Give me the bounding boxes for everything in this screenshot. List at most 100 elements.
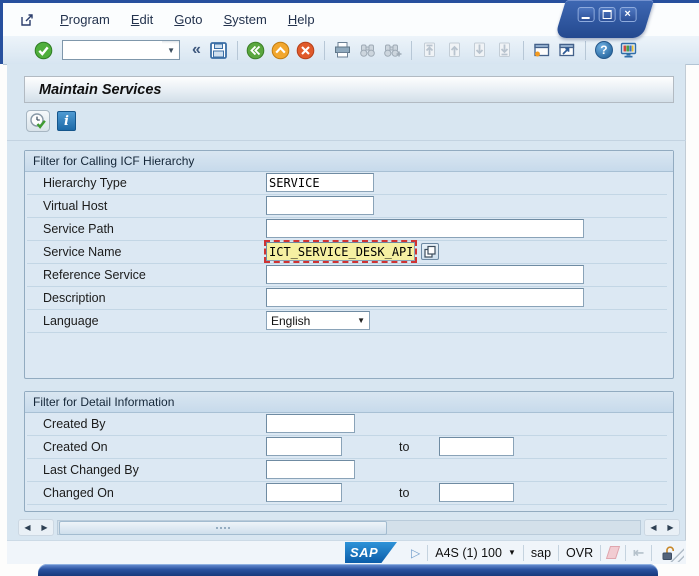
language-label: Language bbox=[43, 314, 99, 328]
command-input[interactable] bbox=[63, 41, 162, 59]
scrollbar-thumb[interactable] bbox=[59, 521, 387, 535]
menu-program[interactable]: Program bbox=[60, 12, 110, 27]
hierarchy-type-field[interactable] bbox=[266, 173, 374, 192]
standard-toolbar: ▼ « bbox=[3, 36, 699, 65]
created-on-field[interactable] bbox=[266, 437, 342, 456]
status-separator bbox=[600, 545, 601, 561]
language-selected-value: English bbox=[267, 314, 310, 328]
status-separator bbox=[625, 545, 626, 561]
screen-title-bar: Maintain Services bbox=[24, 76, 674, 103]
created-by-field[interactable] bbox=[266, 414, 355, 433]
virtual-host-label: Virtual Host bbox=[43, 199, 107, 213]
create-shortcut-button[interactable] bbox=[557, 40, 577, 60]
reference-service-field[interactable] bbox=[266, 265, 584, 284]
help-button[interactable]: ? bbox=[594, 40, 614, 60]
description-field[interactable] bbox=[266, 288, 584, 307]
floppy-icon bbox=[209, 41, 228, 60]
info-button[interactable]: i bbox=[57, 111, 76, 131]
print-button[interactable] bbox=[333, 40, 353, 60]
enter-button[interactable] bbox=[33, 40, 53, 60]
description-row: Description bbox=[27, 287, 667, 310]
changed-on-field[interactable] bbox=[266, 483, 342, 502]
created-on-to-label: to bbox=[399, 440, 409, 454]
back-button[interactable] bbox=[246, 40, 266, 60]
possible-entries-button[interactable] bbox=[421, 243, 439, 260]
page-title: Maintain Services bbox=[25, 82, 162, 98]
menu-help[interactable]: Help bbox=[288, 12, 315, 27]
command-dropdown-icon[interactable]: ▼ bbox=[167, 46, 179, 55]
language-row: Language English ▼ bbox=[27, 310, 667, 333]
check-circle-icon bbox=[34, 41, 53, 60]
find-next-button[interactable] bbox=[383, 40, 403, 60]
clock-check-icon bbox=[28, 112, 48, 131]
menu-goto[interactable]: Goto bbox=[174, 12, 202, 27]
system-dropdown-icon[interactable]: ▼ bbox=[508, 548, 516, 557]
service-name-row: Service Name bbox=[27, 241, 667, 264]
maximize-button[interactable] bbox=[598, 7, 615, 22]
new-session-icon bbox=[532, 41, 551, 60]
status-separator bbox=[523, 545, 524, 561]
screen-area: Maintain Services i Filter for Calling I… bbox=[7, 64, 686, 564]
status-expand-icon[interactable]: ▷ bbox=[411, 546, 420, 560]
execute-button[interactable] bbox=[26, 110, 50, 132]
back-icon bbox=[246, 41, 265, 60]
first-page-button[interactable] bbox=[420, 40, 440, 60]
status-separator bbox=[651, 545, 652, 561]
insert-mode-indicator[interactable]: OVR bbox=[566, 546, 593, 560]
language-dropdown[interactable]: English ▼ bbox=[266, 311, 370, 330]
system-session-info[interactable]: A4S (1) 100 bbox=[435, 546, 502, 560]
reference-service-row: Reference Service bbox=[27, 264, 667, 287]
scroll-right-button[interactable]: ▶ bbox=[36, 520, 53, 535]
scrollbar-grip-icon bbox=[215, 526, 231, 531]
printer-icon bbox=[333, 41, 352, 60]
created-by-label: Created By bbox=[43, 417, 106, 431]
exit-button[interactable] bbox=[271, 40, 291, 60]
save-button[interactable] bbox=[209, 40, 229, 60]
menu-system[interactable]: System bbox=[223, 12, 266, 27]
last-changed-by-field[interactable] bbox=[266, 460, 355, 479]
find-button[interactable] bbox=[358, 40, 378, 60]
service-path-field[interactable] bbox=[266, 219, 584, 238]
scroll-left-button[interactable]: ◀ bbox=[19, 520, 36, 535]
previous-page-icon bbox=[445, 41, 464, 60]
created-on-to-field[interactable] bbox=[439, 437, 514, 456]
toolbar-separator bbox=[324, 41, 325, 60]
service-path-label: Service Path bbox=[43, 222, 114, 236]
command-field[interactable]: ▼ bbox=[62, 40, 180, 60]
scrollbar-track[interactable] bbox=[57, 520, 641, 535]
changed-on-to-field[interactable] bbox=[439, 483, 514, 502]
server-name: sap bbox=[531, 546, 551, 560]
new-session-button[interactable] bbox=[532, 40, 552, 60]
cancel-button[interactable] bbox=[296, 40, 316, 60]
filter-detail-groupbox: Filter for Detail Information Created By… bbox=[24, 391, 674, 512]
minimize-icon bbox=[582, 17, 590, 19]
customize-layout-button[interactable] bbox=[619, 40, 639, 60]
last-changed-by-label: Last Changed By bbox=[43, 463, 139, 477]
created-on-label: Created On bbox=[43, 440, 108, 454]
next-page-button[interactable] bbox=[470, 40, 490, 60]
toolbar-separator bbox=[411, 41, 412, 60]
changed-on-row: Changed On to bbox=[27, 482, 667, 505]
minimize-button[interactable] bbox=[577, 7, 594, 22]
menu-exit-icon[interactable] bbox=[19, 12, 35, 28]
virtual-host-field[interactable] bbox=[266, 196, 374, 215]
collapse-command-icon[interactable]: « bbox=[189, 41, 204, 59]
service-name-field[interactable] bbox=[266, 242, 415, 261]
status-separator bbox=[427, 545, 428, 561]
toolbar-divider bbox=[7, 140, 686, 141]
menu-edit[interactable]: Edit bbox=[131, 12, 153, 27]
cancel-x-icon bbox=[296, 41, 315, 60]
help-icon: ? bbox=[595, 41, 613, 59]
status-bar: SAP ▷ A4S (1) 100 ▼ sap OVR ⇤ bbox=[7, 540, 686, 564]
scroll-left-button[interactable]: ◀ bbox=[645, 520, 662, 535]
last-changed-by-row: Last Changed By bbox=[27, 459, 667, 482]
close-button[interactable]: × bbox=[619, 7, 636, 22]
horizontal-scrollbar[interactable]: ◀ ▶ ◀ ▶ bbox=[18, 519, 680, 536]
copy-icon bbox=[423, 245, 437, 259]
binoculars-plus-icon bbox=[383, 41, 402, 60]
monitor-icon bbox=[619, 41, 638, 60]
scroll-right-button[interactable]: ▶ bbox=[662, 520, 679, 535]
last-page-button[interactable] bbox=[495, 40, 515, 60]
previous-page-button[interactable] bbox=[445, 40, 465, 60]
created-by-row: Created By bbox=[27, 413, 667, 436]
